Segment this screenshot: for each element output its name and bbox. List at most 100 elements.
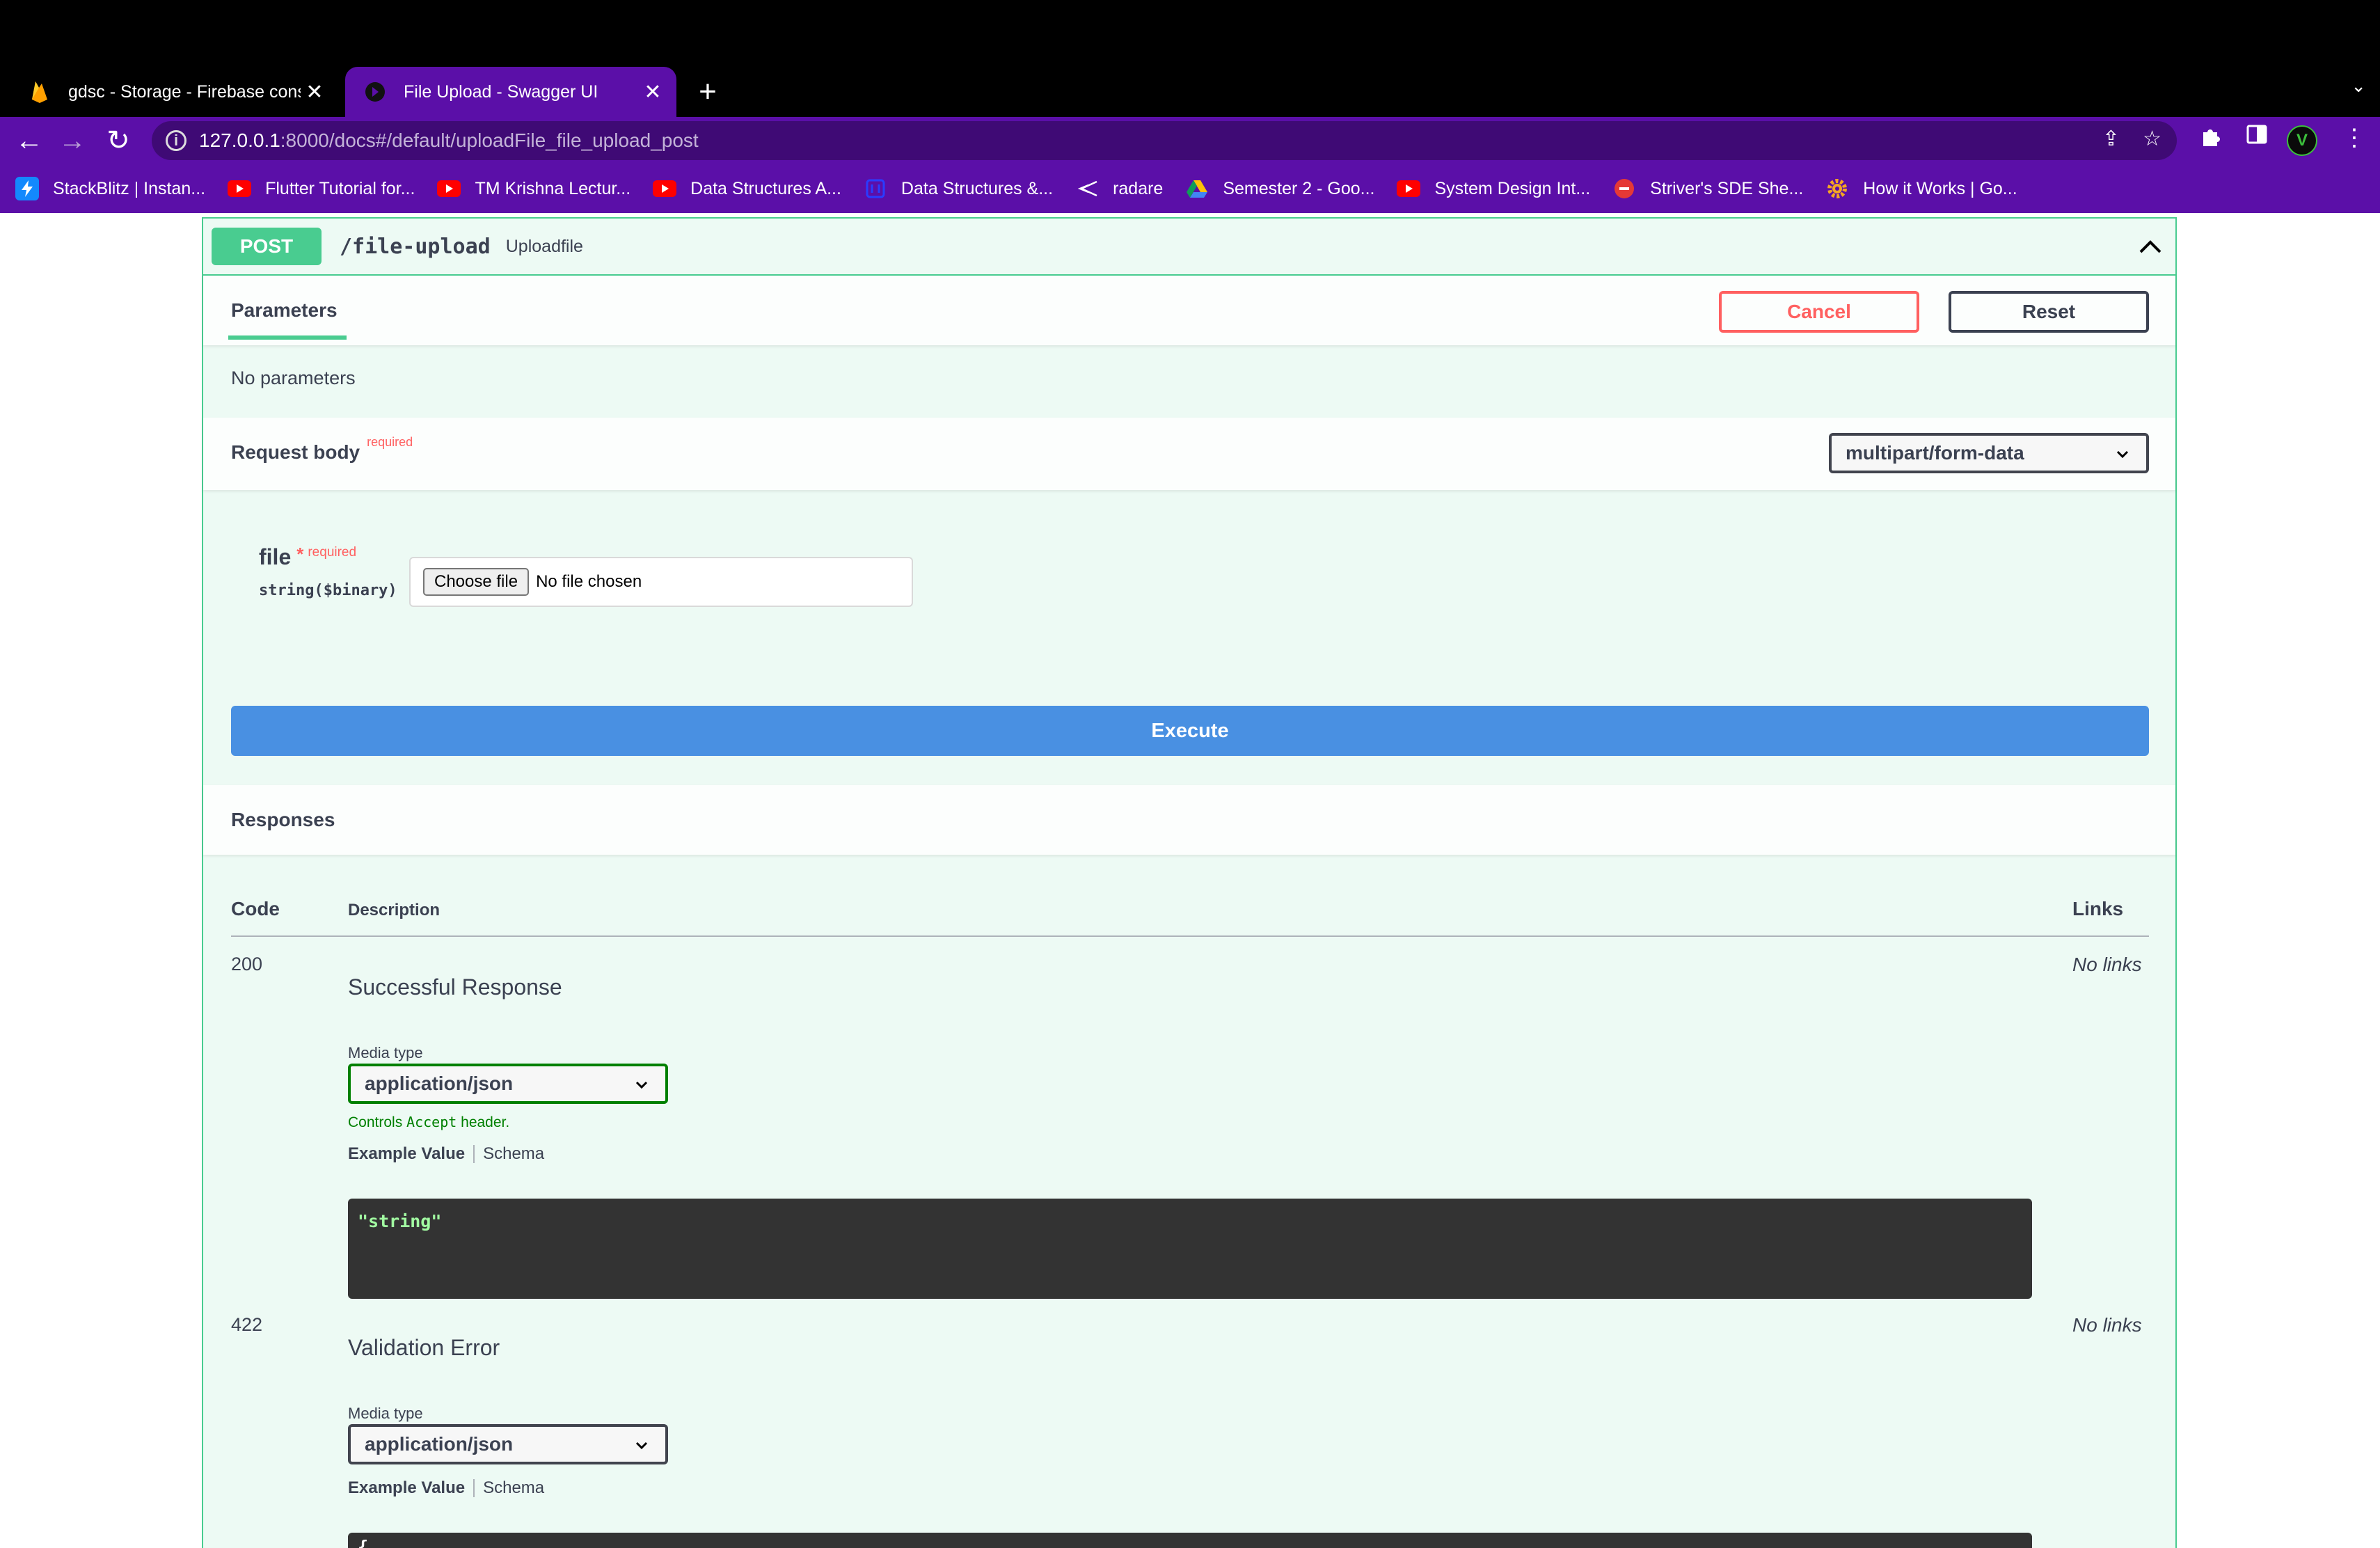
forward-icon[interactable]: → [54, 123, 90, 159]
operation-summary[interactable]: POST /file-upload Uploadfile [203, 219, 2175, 276]
operation-path: /file-upload [340, 234, 491, 259]
bookmark-semester-2[interactable]: Semester 2 - Goo... [1185, 177, 1374, 200]
bookmark-how-it-works[interactable]: How it Works | Go... [1825, 177, 2017, 200]
profile-avatar[interactable]: V [2287, 125, 2317, 156]
bookmark-striver[interactable]: Striver's SDE She... [1612, 177, 1803, 200]
response-description: Successful Response [348, 974, 562, 1000]
response-description: Validation Error [348, 1335, 500, 1360]
reload-icon[interactable]: ↻ [100, 123, 136, 159]
url-text: 127.0.0.1:8000/docs#/default/uploadFile_… [199, 129, 699, 151]
tab-search-chevron-icon[interactable]: ⌄ [2351, 75, 2366, 97]
tab-parameters[interactable]: Parameters [231, 299, 338, 322]
tab-title: File Upload - Swagger UI [404, 81, 598, 102]
operation-block-post: POST /file-upload Uploadfile Parameters … [202, 217, 2177, 1548]
file-input[interactable]: Choose file No file chosen [409, 557, 913, 607]
extensions-icon[interactable] [2199, 124, 2223, 154]
tab-firebase[interactable]: gdsc - Storage - Firebase console ✕ [10, 67, 338, 117]
share-icon[interactable]: ⇪ [2102, 127, 2120, 151]
file-field-type: string($binary) [259, 582, 397, 599]
example-code: { [358, 1537, 369, 1548]
tab-schema[interactable]: Schema [483, 1144, 544, 1164]
bookmark-star-icon[interactable]: ☆ [2143, 127, 2161, 151]
response-links: No links [2072, 1314, 2142, 1336]
cn-icon [864, 177, 887, 200]
cancel-button[interactable]: Cancel [1719, 291, 1919, 333]
response-code: 200 [231, 954, 263, 974]
request-body-header: Request body required multipart/form-data [203, 418, 2175, 490]
bookmark-radare[interactable]: radare [1075, 177, 1163, 200]
parameters-header: Parameters Cancel Reset [203, 276, 2175, 345]
youtube-icon [437, 177, 461, 200]
firebase-icon [28, 80, 51, 104]
menu-kebab-icon[interactable]: ⋮ [2342, 124, 2366, 152]
example-code-block: { [348, 1533, 2032, 1548]
back-icon[interactable]: ← [11, 123, 47, 159]
media-type-label: Media type [348, 1405, 423, 1422]
page-content: POST /file-upload Uploadfile Parameters … [0, 213, 2380, 1548]
responses-header: Responses [203, 785, 2175, 855]
google-drive-icon [1185, 177, 1209, 200]
youtube-icon [228, 177, 252, 200]
swagger-icon [363, 80, 387, 104]
new-tab-icon[interactable]: + [690, 70, 725, 114]
column-header-links: Links [2072, 898, 2124, 919]
response-code: 422 [231, 1314, 263, 1335]
tab-title: gdsc - Storage - Firebase console [68, 81, 301, 102]
tab-separator [473, 1145, 475, 1163]
media-type-label: Media type [348, 1044, 423, 1061]
content-type-select[interactable]: multipart/form-data [1829, 433, 2149, 473]
example-code: "string" [358, 1211, 442, 1231]
tab-example-value[interactable]: Example Value [348, 1144, 465, 1164]
bookmark-system-design[interactable]: System Design Int... [1397, 177, 1590, 200]
radare-icon [1075, 177, 1099, 200]
example-code-block: "string" [348, 1199, 2032, 1299]
chevron-down-icon [2116, 450, 2129, 459]
media-type-select[interactable]: application/json [348, 1064, 668, 1104]
close-icon[interactable]: ✕ [301, 80, 328, 104]
bookmarks-bar: StackBlitz | Instan... Flutter Tutorial … [0, 164, 2380, 213]
gear-bookmark-icon [1825, 177, 1849, 200]
controls-accept-header-text: Controls Accept header. [348, 1114, 510, 1130]
bookmark-tm-krishna[interactable]: TM Krishna Lectur... [437, 177, 630, 200]
no-file-chosen-text: No file chosen [536, 572, 642, 591]
method-badge: POST [212, 228, 322, 265]
required-label: required [367, 435, 413, 449]
column-header-code: Code [231, 898, 280, 919]
tab-swagger[interactable]: File Upload - Swagger UI ✕ [345, 67, 676, 117]
youtube-icon [653, 177, 677, 200]
tab-strip: gdsc - Storage - Firebase console ✕ File… [0, 58, 2380, 117]
file-field-label: file * required [259, 544, 357, 569]
execute-button[interactable]: Execute [231, 706, 2149, 756]
media-type-select[interactable]: application/json [348, 1424, 668, 1464]
example-tabs: Example Value Schema [348, 1144, 544, 1164]
tab-schema[interactable]: Schema [483, 1478, 544, 1498]
operation-summary-text: Uploadfile [505, 236, 583, 256]
responses-label: Responses [231, 809, 335, 830]
chevron-down-icon [635, 1081, 648, 1089]
bookmark-stackblitz[interactable]: StackBlitz | Instan... [15, 177, 205, 200]
tab-separator [473, 1479, 475, 1497]
reset-button[interactable]: Reset [1949, 291, 2149, 333]
request-body-label: Request body required [231, 435, 413, 463]
youtube-icon [1397, 177, 1421, 200]
tab-example-value[interactable]: Example Value [348, 1478, 465, 1498]
example-tabs: Example Value Schema [348, 1478, 544, 1498]
no-parameters-text: No parameters [231, 368, 356, 388]
column-header-description: Description [348, 901, 441, 919]
collapse-arrow-icon[interactable] [2136, 232, 2164, 260]
active-tab-underline [228, 335, 347, 340]
bookmark-data-structures-a[interactable]: Data Structures A... [653, 177, 841, 200]
choose-file-button[interactable]: Choose file [423, 568, 530, 596]
browser-toolbar: ← → ↻ i 127.0.0.1:8000/docs#/default/upl… [0, 117, 2380, 164]
site-info-icon[interactable]: i [166, 130, 187, 151]
stackblitz-icon [15, 177, 39, 200]
response-links: No links [2072, 954, 2142, 975]
close-icon[interactable]: ✕ [639, 80, 667, 104]
bookmark-flutter[interactable]: Flutter Tutorial for... [228, 177, 415, 200]
address-bar[interactable]: i 127.0.0.1:8000/docs#/default/uploadFil… [152, 121, 2177, 160]
side-panel-icon[interactable] [2246, 124, 2267, 151]
bookmark-data-structures-b[interactable]: Data Structures &... [864, 177, 1053, 200]
tuf-icon [1612, 177, 1636, 200]
table-header-divider [231, 935, 2149, 937]
chevron-down-icon [635, 1442, 648, 1450]
